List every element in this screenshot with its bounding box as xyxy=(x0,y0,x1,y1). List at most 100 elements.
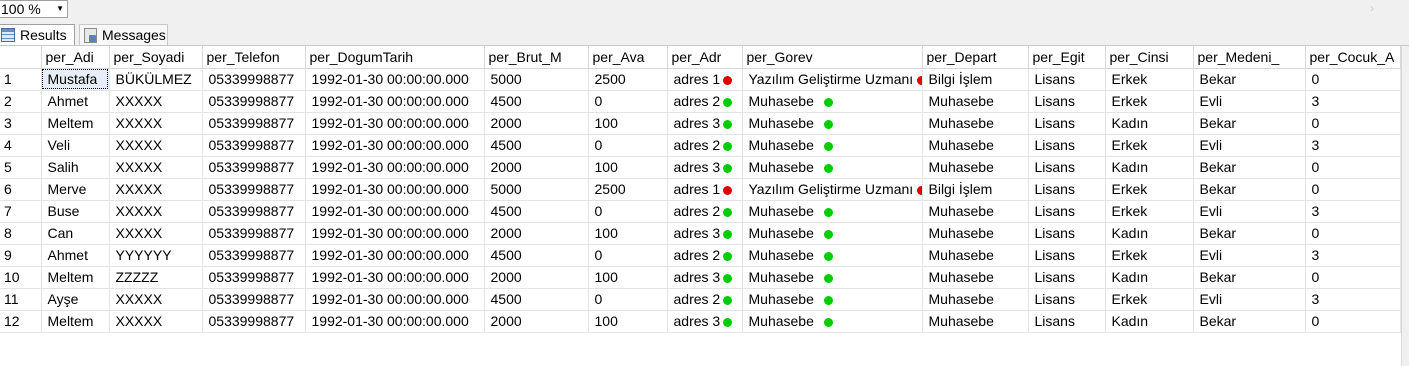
cell-gorev[interactable]: Muhasebe xyxy=(742,90,923,113)
cell-brut[interactable]: 4500 xyxy=(484,288,589,311)
cell-egit[interactable]: Lisans xyxy=(1028,200,1106,223)
cell-tel[interactable]: 05339998877 xyxy=(202,178,306,201)
row-number[interactable]: 11 xyxy=(0,288,42,311)
table-row[interactable]: 4 Veli XXXXX 05339998877 1992-01-30 00:00:00… xyxy=(0,134,1401,157)
cell-egit[interactable]: Lisans xyxy=(1028,68,1106,91)
cell-cocuk[interactable]: 3 xyxy=(1305,134,1401,157)
cell-cocuk[interactable]: 3 xyxy=(1305,288,1401,311)
cell-egit[interactable]: Lisans xyxy=(1028,310,1106,333)
column-header[interactable]: per_Gorev xyxy=(742,46,923,69)
cell-medeni[interactable]: Bekar xyxy=(1193,68,1306,91)
cell-depart[interactable]: Muhasebe xyxy=(922,222,1029,245)
cell-tel[interactable]: 05339998877 xyxy=(202,266,306,289)
cell-cocuk[interactable]: 3 xyxy=(1305,244,1401,267)
cell-ad[interactable]: Merve xyxy=(41,178,110,201)
cell-ad[interactable]: Meltem xyxy=(41,266,110,289)
cell-cocuk[interactable]: 3 xyxy=(1305,90,1401,113)
cell-ava[interactable]: 100 xyxy=(588,156,668,179)
cell-gorev[interactable]: Muhasebe xyxy=(742,310,923,333)
cell-depart[interactable]: Muhasebe xyxy=(922,266,1029,289)
cell-depart[interactable]: Muhasebe xyxy=(922,134,1029,157)
column-header[interactable]: per_Medeni_ xyxy=(1193,46,1306,69)
cell-depart[interactable]: Muhasebe xyxy=(922,90,1029,113)
cell-adr[interactable]: adres 2 xyxy=(667,244,743,267)
cell-ava[interactable]: 2500 xyxy=(588,68,668,91)
cell-brut[interactable]: 2000 xyxy=(484,266,589,289)
row-number[interactable]: 5 xyxy=(0,156,42,179)
cell-dogum[interactable]: 1992-01-30 00:00:00.000 xyxy=(305,288,485,311)
cell-brut[interactable]: 4500 xyxy=(484,134,589,157)
cell-cocuk[interactable]: 0 xyxy=(1305,112,1401,135)
cell-dogum[interactable]: 1992-01-30 00:00:00.000 xyxy=(305,178,485,201)
row-number[interactable]: 1 xyxy=(0,68,42,91)
cell-tel[interactable]: 05339998877 xyxy=(202,200,306,223)
cell-ad[interactable]: Can xyxy=(41,222,110,245)
tab-results[interactable]: Results xyxy=(0,24,75,45)
cell-dogum[interactable]: 1992-01-30 00:00:00.000 xyxy=(305,310,485,333)
cell-ava[interactable]: 100 xyxy=(588,310,668,333)
cell-brut[interactable]: 5000 xyxy=(484,178,589,201)
cell-ava[interactable]: 2500 xyxy=(588,178,668,201)
cell-medeni[interactable]: Bekar xyxy=(1193,178,1306,201)
cell-ad[interactable]: Meltem xyxy=(41,310,110,333)
cell-cinsi[interactable]: Kadın xyxy=(1105,266,1194,289)
cell-adr[interactable]: adres 1 xyxy=(667,178,743,201)
cell-egit[interactable]: Lisans xyxy=(1028,178,1106,201)
cell-tel[interactable]: 05339998877 xyxy=(202,90,306,113)
table-row[interactable]: 8 Can XXXXX 05339998877 1992-01-30 00:00:00.… xyxy=(0,222,1401,245)
row-number-header[interactable] xyxy=(0,46,42,69)
column-header[interactable]: per_Egit xyxy=(1028,46,1106,69)
cell-adr[interactable]: adres 1 xyxy=(667,68,743,91)
cell-medeni[interactable]: Evli xyxy=(1193,90,1306,113)
cell-cinsi[interactable]: Erkek xyxy=(1105,244,1194,267)
cell-brut[interactable]: 4500 xyxy=(484,90,589,113)
cell-brut[interactable]: 4500 xyxy=(484,200,589,223)
column-header[interactable]: per_DogumTarih xyxy=(305,46,485,69)
cell-soyad[interactable]: XXXXX xyxy=(109,288,203,311)
cell-depart[interactable]: Muhasebe xyxy=(922,112,1029,135)
row-number[interactable]: 8 xyxy=(0,222,42,245)
cell-brut[interactable]: 2000 xyxy=(484,222,589,245)
cell-tel[interactable]: 05339998877 xyxy=(202,156,306,179)
cell-depart[interactable]: Muhasebe xyxy=(922,310,1029,333)
cell-egit[interactable]: Lisans xyxy=(1028,288,1106,311)
row-number[interactable]: 6 xyxy=(0,178,42,201)
cell-gorev[interactable]: Muhasebe xyxy=(742,244,923,267)
cell-soyad[interactable]: XXXXX xyxy=(109,90,203,113)
table-row[interactable]: 1 Mustafa BÜKÜLMEZ 05339998877 1992-01-30 00… xyxy=(0,68,1401,91)
table-row[interactable]: 2 Ahmet XXXXX 05339998877 1992-01-30 00:00:0… xyxy=(0,90,1401,113)
table-row[interactable]: 7 Buse XXXXX 05339998877 1992-01-30 00:00:00… xyxy=(0,200,1401,223)
cell-adr[interactable]: adres 2 xyxy=(667,288,743,311)
cell-ad[interactable]: Ahmet xyxy=(41,90,110,113)
cell-adr[interactable]: adres 3 xyxy=(667,266,743,289)
cell-medeni[interactable]: Evli xyxy=(1193,134,1306,157)
cell-brut[interactable]: 5000 xyxy=(484,68,589,91)
column-header[interactable]: per_Cocuk_A xyxy=(1305,46,1401,69)
cell-adr[interactable]: adres 3 xyxy=(667,310,743,333)
row-number[interactable]: 9 xyxy=(0,244,42,267)
cell-ava[interactable]: 100 xyxy=(588,266,668,289)
cell-cocuk[interactable]: 0 xyxy=(1305,178,1401,201)
tab-messages[interactable]: Messages xyxy=(79,24,168,45)
table-row[interactable]: 6 Merve XXXXX 05339998877 1992-01-30 00:00:0… xyxy=(0,178,1401,201)
cell-adr[interactable]: adres 2 xyxy=(667,200,743,223)
cell-dogum[interactable]: 1992-01-30 00:00:00.000 xyxy=(305,134,485,157)
column-header[interactable]: per_Brut_M xyxy=(484,46,589,69)
cell-cocuk[interactable]: 0 xyxy=(1305,222,1401,245)
cell-medeni[interactable]: Bekar xyxy=(1193,266,1306,289)
cell-brut[interactable]: 2000 xyxy=(484,112,589,135)
cell-dogum[interactable]: 1992-01-30 00:00:00.000 xyxy=(305,244,485,267)
cell-dogum[interactable]: 1992-01-30 00:00:00.000 xyxy=(305,222,485,245)
cell-gorev[interactable]: Yazılım Geliştirme Uzmanı xyxy=(742,178,923,201)
cell-ava[interactable]: 0 xyxy=(588,244,668,267)
scroll-right-icon[interactable]: › xyxy=(1370,1,1374,15)
cell-cinsi[interactable]: Kadın xyxy=(1105,222,1194,245)
cell-tel[interactable]: 05339998877 xyxy=(202,310,306,333)
cell-tel[interactable]: 05339998877 xyxy=(202,244,306,267)
cell-dogum[interactable]: 1992-01-30 00:00:00.000 xyxy=(305,266,485,289)
cell-ad[interactable]: Veli xyxy=(41,134,110,157)
cell-egit[interactable]: Lisans xyxy=(1028,134,1106,157)
column-header[interactable]: per_Adi xyxy=(41,46,110,69)
cell-egit[interactable]: Lisans xyxy=(1028,244,1106,267)
cell-soyad[interactable]: YYYYYY xyxy=(109,244,203,267)
